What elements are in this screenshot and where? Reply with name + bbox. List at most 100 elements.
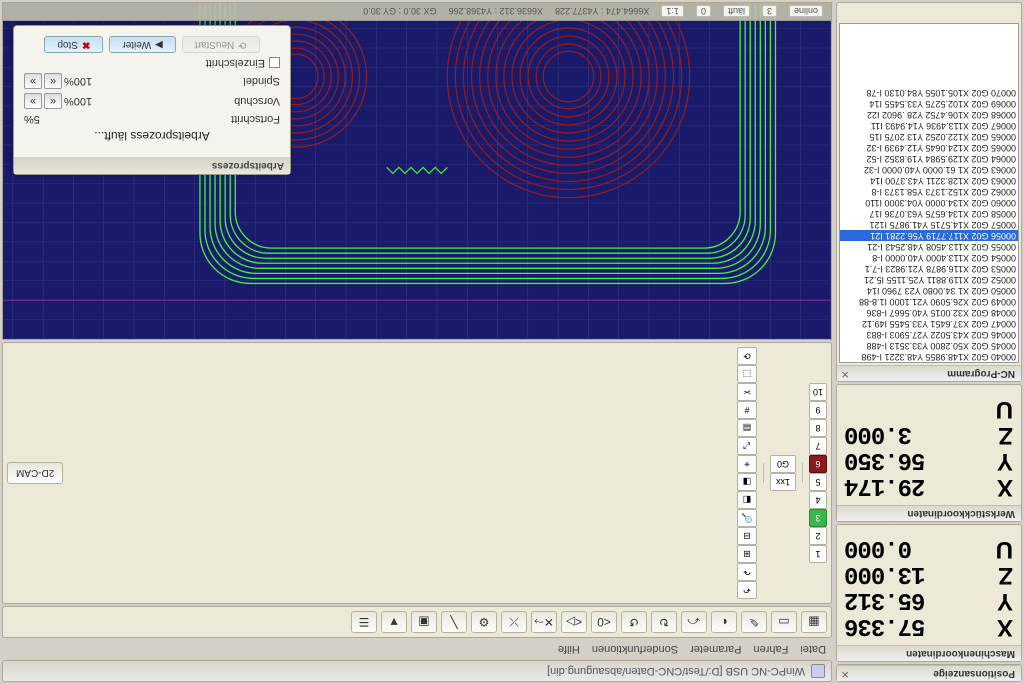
status-scale: 1:1 [661, 6, 684, 18]
cam-button[interactable]: 2D-CAM [7, 462, 63, 484]
tool-6[interactable]: 6 [809, 455, 827, 473]
view-btn-6[interactable]: ◨ [737, 473, 757, 491]
nc-line[interactable]: 00069 G02 X102.5275 Y33.5455 I14 [840, 98, 1018, 109]
nc-line[interactable]: 00065 G02 X122.0252 Y13 2075 I15 [840, 131, 1018, 142]
menu-hilfe[interactable]: Hilfe [558, 643, 580, 655]
toolbar-btn-0[interactable]: ▦ [801, 611, 827, 633]
toolbar-btn-2[interactable]: ✎ [741, 611, 767, 633]
nc-program-list[interactable]: 00040 G02 X148.9855 Y48.3221 I-49800045 … [839, 23, 1019, 363]
toolbar-btn-4[interactable]: ⤺ [681, 611, 707, 633]
nc-line[interactable]: 00057 G02 X14.5715 Y41.9875 I121 [840, 219, 1018, 230]
nc-line[interactable]: 00048 G02 X32.0015 Y40.5667 I-836 [840, 307, 1018, 318]
position-panel-title: Positionsanzeige [837, 665, 1021, 681]
feed-decrease-button[interactable]: « [44, 93, 62, 109]
nc-line[interactable]: 00067 G02 X113.4936 Y14.9493 I11 [840, 120, 1018, 131]
tool-9[interactable]: 9 [809, 401, 827, 419]
tool-8[interactable]: 8 [809, 419, 827, 437]
menu-fahren[interactable]: Fahren [753, 643, 788, 655]
menu-bar[interactable]: Datei Fahren Parameter Sonderfunktionen Hilf… [2, 640, 832, 658]
view-btn-13[interactable]: ⟳ [737, 347, 757, 365]
close-icon[interactable]: ✕ [841, 368, 849, 379]
status-cursor: X6664.474 : Y4377.228 [555, 7, 649, 17]
nc-line[interactable]: 00068 G02 X106.4752 Y28 .9602 I22 [840, 109, 1018, 120]
single-step-checkbox[interactable] [269, 58, 280, 69]
machine-y: 65.312 [845, 587, 925, 611]
feed-increase-button[interactable]: » [24, 93, 42, 109]
nc-program-panel: NC-Programm ✕ 00040 G02 X148.9855 Y48.32… [836, 2, 1022, 382]
menu-parameter[interactable]: Parameter [690, 643, 741, 655]
tool-1[interactable]: 1 [809, 545, 827, 563]
status-zero: 0 [696, 6, 711, 18]
process-message: Arbeitsprozess läuft... [24, 129, 280, 143]
nc-line[interactable]: 00046 G02 X43.5022 Y27.5903 I-883 [840, 329, 1018, 340]
nc-line[interactable]: 00055 G02 X113.4508 Y48.2543 I-21 [840, 241, 1018, 252]
toolbar-btn-15[interactable]: ☰ [351, 611, 377, 633]
tool-2[interactable]: 2 [809, 527, 827, 545]
nc-line[interactable]: 00060 G02 X134.0000 Y04.3000 I110 [840, 197, 1018, 208]
toolbar-btn-14[interactable]: ▼ [381, 611, 407, 633]
continue-button[interactable]: ▶ Weiter [109, 36, 175, 53]
tool-3[interactable]: 3 [809, 509, 827, 527]
toolbar-btn-9[interactable]: ✕⤳ [531, 611, 557, 633]
nc-line[interactable]: 00050 G02 X1 34.0080 Y23 7960 I14 [840, 285, 1018, 296]
nc-line[interactable]: 00052 G02 X119.8811 Y25.1155 I5.21 [840, 274, 1018, 285]
tool-7[interactable]: 7 [809, 437, 827, 455]
toolbar-btn-7[interactable]: <0 [591, 611, 617, 633]
nc-line[interactable]: 00062 G02 X152.1373 Y58.1373 I-8 [840, 186, 1018, 197]
toolbar-G0[interactable]: G0 [770, 455, 796, 473]
nc-line[interactable]: 00056 G02 X117.7719 Y56.2281 I21 [840, 230, 1018, 241]
view-btn-7[interactable]: ⌖ [737, 455, 757, 473]
nc-line[interactable]: 00065 G02 X124.0645 Y12.4939 I-32 [840, 142, 1018, 153]
spindle-label: Spindel [243, 75, 280, 87]
view-btn-1[interactable]: ↷ [737, 563, 757, 581]
toolpath-viewport[interactable]: Arbeitsprozess Arbeitsprozess läuft... F… [2, 2, 832, 340]
tool-10[interactable]: 10 [809, 383, 827, 401]
tool-4[interactable]: 4 [809, 491, 827, 509]
menu-datei[interactable]: Datei [800, 643, 826, 655]
view-btn-8[interactable]: ⤢ [737, 437, 757, 455]
nc-line[interactable]: 00054 G02 X113.4000 Y40.0000 I-8 [840, 252, 1018, 263]
nc-program-title: NC-Programm [837, 365, 1021, 381]
menu-sonderfunktionen[interactable]: Sonderfunktionen [592, 643, 678, 655]
view-btn-0[interactable]: ↶ [737, 581, 757, 599]
spindle-decrease-button[interactable]: « [44, 73, 62, 89]
nc-line[interactable]: 00040 G02 X148.9855 Y48.3221 I-498 [840, 351, 1018, 362]
toolbar-1xx[interactable]: 1xx [770, 473, 796, 491]
view-btn-9[interactable]: ▤ [737, 419, 757, 437]
nc-line[interactable]: 00053 G02 X116.9878 Y21.9823 I-7.1 [840, 263, 1018, 274]
toolbar-btn-13[interactable]: ▣ [411, 611, 437, 633]
view-btn-2[interactable]: ⊞ [737, 545, 757, 563]
stop-button[interactable]: ✖Stop [44, 36, 103, 53]
toolbar-btn-3[interactable]: ◐ [711, 611, 737, 633]
close-icon[interactable]: ✕ [841, 668, 849, 679]
view-btn-3[interactable]: ⊟ [737, 527, 757, 545]
toolbar-btn-11[interactable]: ⚙ [471, 611, 497, 633]
spindle-increase-button[interactable]: » [24, 73, 42, 89]
nc-line[interactable]: 00058 G02 X134.6575 Y63.0736 I17 [840, 208, 1018, 219]
view-btn-11[interactable]: ✂ [737, 383, 757, 401]
nc-line[interactable]: 00049 G02 X26.5090 Y21.1000 I1.8-88 [840, 296, 1018, 307]
nc-line[interactable]: 00063 G02 X1 61.0000 Y40.0000 I-32 [840, 164, 1018, 175]
tool-5[interactable]: 5 [809, 473, 827, 491]
machine-coords-title: Maschinenkoordinaten [837, 645, 1021, 661]
work-y: 56.350 [845, 447, 925, 471]
nc-line[interactable]: 00070 G02 X105.1055 Y84.0130 I-78 [840, 87, 1018, 98]
feed-label: Vorschub [234, 95, 280, 107]
status-bar: online 3 läuft 0 1:1 X6664.474 : Y4377.2… [3, 3, 831, 21]
view-btn-12[interactable]: ⬚ [737, 365, 757, 383]
tool-number-bar: 12345678910 1xxG0 ↶↷⊞⊟🔍◧◨⌖⤢▤#✂⬚⟳ 2D-CAM [2, 342, 832, 604]
nc-line[interactable]: 00063 G02 X128.3211 Y43.3700 I14 [840, 175, 1018, 186]
toolbar-btn-5[interactable]: ↻ [651, 611, 677, 633]
status-state: läuft [723, 6, 750, 18]
nc-line[interactable]: 00064 G02 X129.5984 Y19.8352 I-52 [840, 153, 1018, 164]
nc-line[interactable]: 00045 G02 X50.2800 Y33.3513 I-488 [840, 340, 1018, 351]
view-btn-5[interactable]: ◧ [737, 491, 757, 509]
toolbar-btn-6[interactable]: ↺ [621, 611, 647, 633]
nc-line[interactable]: 00047 G02 X37.6451 Y33.5455 I49.12 [840, 318, 1018, 329]
view-btn-4[interactable]: 🔍 [737, 509, 757, 527]
view-btn-10[interactable]: # [737, 401, 757, 419]
toolbar-btn-1[interactable]: ▭ [771, 611, 797, 633]
toolbar-btn-12[interactable]: ╲ [441, 611, 467, 633]
toolbar-btn-8[interactable]: <▷ [561, 611, 587, 633]
toolbar-btn-10[interactable]: ⤫ [501, 611, 527, 633]
